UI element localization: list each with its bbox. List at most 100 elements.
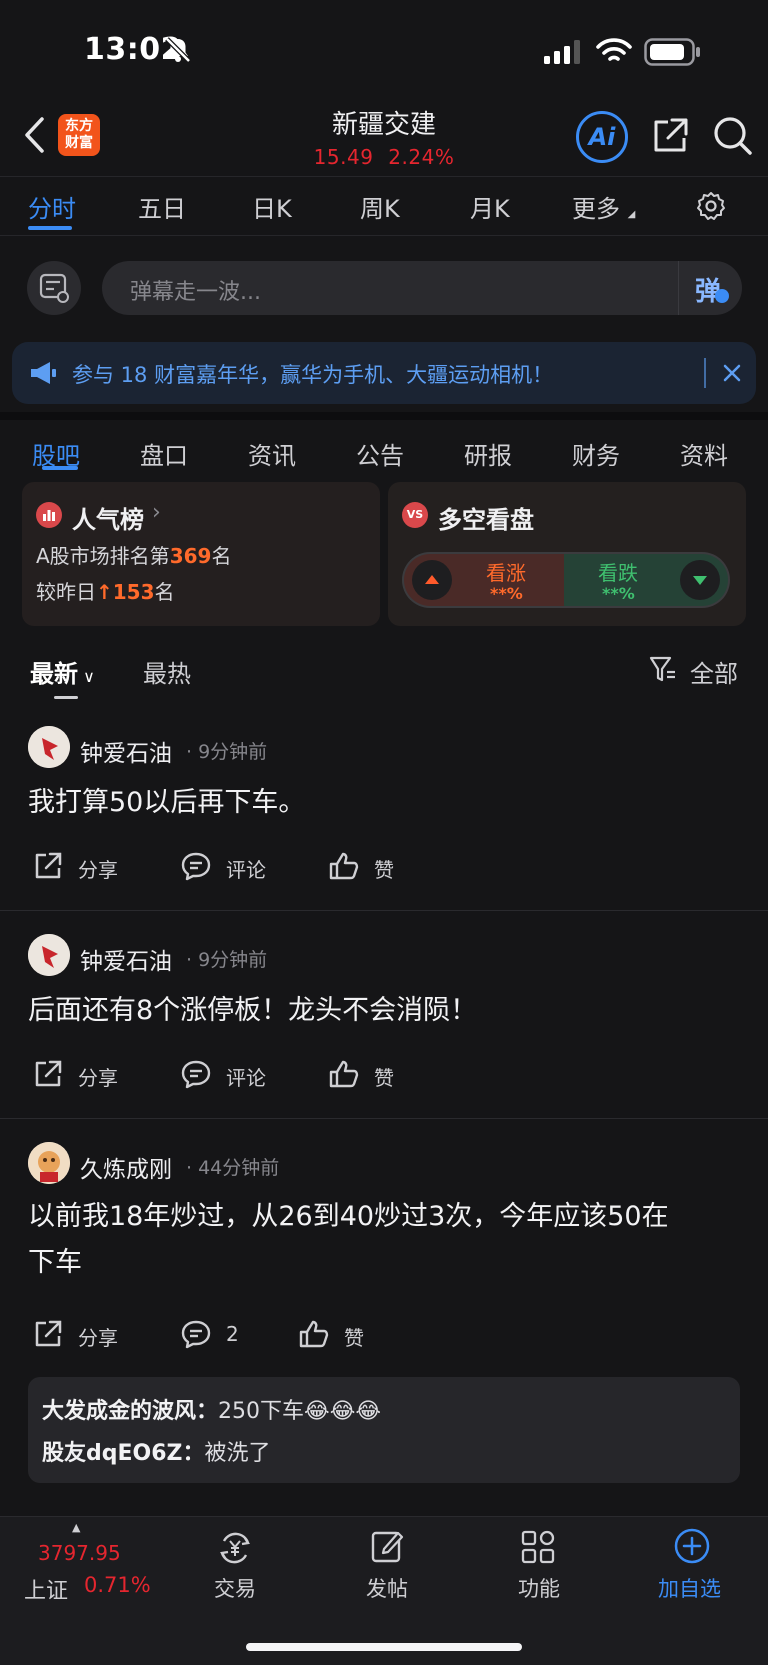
post-author[interactable]: 钟爱石油 (80, 734, 172, 768)
wifi-icon (596, 38, 632, 64)
danmaku-input[interactable]: 弹幕走一波... 弹 (102, 261, 742, 315)
avatar[interactable] (28, 726, 70, 768)
post-author[interactable]: 钟爱石油 (80, 942, 172, 976)
tab-intraday[interactable]: 分时 (28, 189, 76, 224)
index-name: 上证 (24, 1579, 69, 1604)
danmaku-settings-icon[interactable] (27, 261, 81, 315)
tab-announcements[interactable]: 公告 (356, 436, 404, 471)
period-tab-indicator (28, 226, 72, 230)
bell-mute-icon (164, 36, 192, 64)
section-tabs: 股吧 盘口 资讯 公告 研报 财务 资料 (0, 412, 768, 478)
signal-icon (544, 40, 584, 64)
post-author[interactable]: 久炼成刚 (80, 1150, 172, 1184)
check-badge-icon (715, 289, 729, 303)
tab-more-label: 更多 (572, 195, 620, 223)
sort-latest[interactable]: 最新 ∨ (30, 654, 95, 689)
sentiment-card: VS 多空看盘 看涨 **% 看跌 **% (388, 482, 746, 626)
grid-icon (521, 1530, 555, 1564)
avatar[interactable] (28, 1142, 70, 1184)
reply-preview[interactable]: 大发成金的波风：250下车😂😂😂 股友dqEO6Z：被洗了 (28, 1377, 740, 1483)
yen-cycle-icon (220, 1532, 250, 1564)
tab-financials[interactable]: 财务 (572, 436, 620, 471)
corner-triangle-icon: ◢ (627, 209, 636, 220)
tab-order-book[interactable]: 盘口 (140, 436, 188, 471)
share-icon (35, 852, 62, 879)
ai-button[interactable]: Ai (576, 111, 628, 163)
sort-hot[interactable]: 最热 (143, 654, 191, 689)
reply-text: 250下车😂😂😂 (218, 1399, 382, 1424)
rank-value: 369 (169, 544, 212, 568)
nav-features[interactable]: 功能 (498, 1517, 578, 1617)
danmaku-placeholder: 弹幕走一波... (130, 280, 261, 305)
thumbs-up-icon (329, 1060, 359, 1088)
post-time: · 44分钟前 (186, 1157, 280, 1179)
tab-monthly-k[interactable]: 月K (470, 189, 510, 224)
tab-research[interactable]: 研报 (464, 436, 512, 471)
share-icon[interactable] (650, 116, 690, 156)
post-content[interactable]: 我打算50以后再下车。 (28, 780, 748, 826)
promo-divider (704, 358, 706, 388)
reply-user[interactable]: 股友dqEO6Z： (42, 1441, 205, 1466)
triangle-up-icon: ▲ (72, 1521, 81, 1534)
close-icon[interactable] (722, 363, 742, 383)
bearish-label: 看跌 (598, 561, 638, 585)
promo-banner[interactable]: 参与 18 财富嘉年华，赢华为手机、大疆运动相机！ (12, 342, 756, 404)
tab-more[interactable]: 更多 ◢ (572, 189, 635, 224)
post-item: 钟爱石油 · 9分钟前 后面还有8个涨停板！龙头不会消陨！ 分享 评论 赞 (0, 924, 768, 1118)
comment-icon (181, 852, 211, 881)
sentiment-title: 多空看盘 (438, 506, 534, 534)
triangle-down-icon (680, 560, 720, 600)
rank-change-value: 153 (112, 580, 155, 604)
popularity-card[interactable]: 人气榜 › A股市场排名第369名 较昨日↑153名 (22, 482, 380, 626)
section-tab-indicator (42, 466, 78, 470)
vote-bullish-button[interactable]: 看涨 **% (402, 552, 570, 608)
reply-item: 大发成金的波风：250下车😂😂😂 (42, 1393, 381, 1425)
danmaku-send-button[interactable]: 弹 (678, 261, 742, 315)
index-ticker[interactable]: ▲ 3797.95 上证 0.71% (0, 1517, 160, 1617)
share-icon (35, 1060, 62, 1087)
post-time: · 9分钟前 (186, 741, 268, 763)
plus-circle-icon (674, 1528, 710, 1564)
post-item: 钟爱石油 · 9分钟前 我打算50以后再下车。 分享 评论 赞 (0, 716, 768, 910)
arrow-up-icon: ↑ (96, 580, 113, 604)
reply-user[interactable]: 大发成金的波风： (42, 1399, 218, 1424)
vote-bearish-button[interactable]: 看跌 **% (564, 552, 730, 608)
sort-indicator (54, 696, 78, 699)
tab-weekly-k[interactable]: 周K (360, 189, 400, 224)
post-divider (0, 910, 768, 911)
vs-icon: VS (402, 502, 428, 528)
megaphone-icon (28, 359, 58, 387)
tab-news[interactable]: 资讯 (248, 436, 296, 471)
settings-icon[interactable] (696, 191, 726, 221)
tab-five-day[interactable]: 五日 (138, 189, 186, 224)
post-content[interactable]: 后面还有8个涨停板！龙头不会消陨！ (28, 988, 748, 1034)
home-indicator (246, 1643, 522, 1651)
tab-daily-k[interactable]: 日K (252, 189, 292, 224)
tab-profile[interactable]: 资料 (680, 436, 728, 471)
chevron-right-icon: › (152, 500, 161, 525)
comment-icon (181, 1060, 211, 1089)
avatar[interactable] (28, 934, 70, 976)
rank-change: 较昨日↑153名 (36, 580, 175, 604)
filter-icon[interactable] (648, 654, 678, 684)
comment-count: 2 (226, 1322, 239, 1346)
chevron-down-icon: ∨ (78, 667, 95, 686)
search-icon[interactable] (712, 115, 754, 157)
index-change: 0.71% (84, 1573, 151, 1597)
nav-trade[interactable]: 交易 (196, 1517, 276, 1617)
reply-text: 被洗了 (204, 1441, 271, 1466)
stock-change-pct: 2.24% (388, 145, 455, 169)
nav-post[interactable]: 发帖 (348, 1517, 428, 1617)
index-value: 3797.95 (38, 1541, 121, 1565)
share-icon (35, 1320, 62, 1347)
thumbs-up-icon (329, 852, 359, 880)
bullish-label: 看涨 (486, 561, 526, 585)
bearish-pct: **% (602, 584, 635, 603)
post-content[interactable]: 以前我18年炒过，从26到40炒过3次，今年应该50在 下车 (28, 1194, 758, 1286)
battery-icon (644, 38, 702, 66)
market-rank: A股市场排名第369名 (36, 544, 232, 568)
nav-add-watch[interactable]: 加自选 (652, 1517, 736, 1617)
popularity-title: 人气榜 (72, 506, 144, 534)
reply-item: 股友dqEO6Z：被洗了 (42, 1435, 271, 1467)
filter-label[interactable]: 全部 (690, 654, 738, 689)
